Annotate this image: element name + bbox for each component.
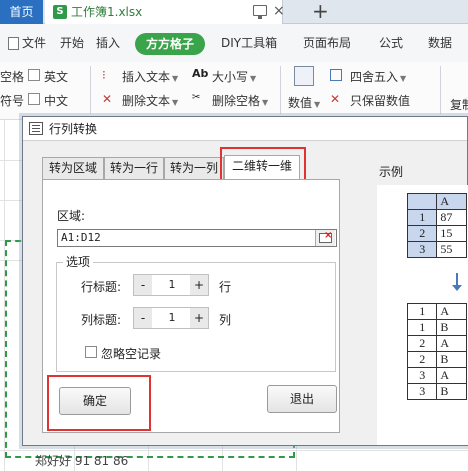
ribbon-symbol[interactable]: 符号 [0,92,24,109]
exit-button[interactable]: 退出 [267,385,337,413]
row-increment-button[interactable]: + [190,275,208,295]
dialog-title: 行列转换 [49,122,98,136]
close-tab-icon[interactable]: × [273,3,285,19]
round-icon [330,69,342,81]
number-button[interactable]: 数值 ▼ [288,94,320,111]
ribbon: 空格 符号 英文 中文 ⁝ 插入文本 ▼ ✕ 删除文本 ▼ Ab 大小写 ▼ ✂ 删除… [0,62,468,120]
col-title-value[interactable]: 1 [154,308,190,328]
home-tab[interactable]: 首页 [0,0,43,24]
example-cell: 1 [406,303,438,320]
example-cell: B [436,351,467,368]
menu-home[interactable]: 开始 [60,24,84,62]
example-cell: A [436,303,467,320]
example-cell: B [436,383,467,400]
row-title-stepper[interactable]: - 1 + [133,274,209,296]
example-row-head: 1 [406,209,438,226]
range-select-icon [319,230,332,243]
document-icon [8,37,19,50]
english-label: 英文 [44,70,69,84]
case-button[interactable]: 大小写 ▼ [212,68,256,85]
range-label: 区域: [57,209,86,223]
row-unit-label: 行 [219,280,232,294]
chinese-label: 中文 [44,94,69,108]
example-header: A [436,193,467,210]
delete-text-icon: ✕ [102,92,113,106]
insert-text-button[interactable]: 插入文本 ▼ [122,68,178,85]
delete-text-button[interactable]: 删除文本 ▼ [122,92,178,109]
options-label: 选项 [63,253,94,270]
delete-space-icon: ✂ [192,92,201,103]
tab-to-row[interactable]: 转为一行 [104,157,164,179]
example-cell: A [436,335,467,352]
example-result-table: 1A 1B 2A 2B 3A 3B [406,303,467,400]
example-cell: 1 [406,319,438,336]
example-cell: 3 [406,367,438,384]
menu-insert[interactable]: 插入 [96,24,120,62]
row-column-convert-dialog: 行列转换 转为区域 转为一行 转为一列 二维转一维 区域: A1:D12 选项 … [22,116,468,446]
example-row-head: 2 [406,225,438,242]
spreadsheet-icon: S [53,5,67,19]
ok-highlight-box [47,375,151,431]
workbook-tab[interactable]: S 工作簿1.xlsx × [45,0,285,24]
table-icon [29,122,43,135]
ignore-empty-checkbox[interactable] [85,346,97,358]
copy-button[interactable]: 复制 [450,96,468,113]
menu-file[interactable]: 文件 [22,24,46,62]
example-cell: 87 [436,209,467,226]
example-source-table: A 1 87 2 15 3 55 [406,193,467,258]
round-button[interactable]: 四舍五入 ▼ [350,68,406,85]
example-cell: A [436,367,467,384]
number-icon [294,66,314,86]
menu-fangfang[interactable]: 方方格子 [135,33,205,55]
example-row-head: 3 [406,241,438,258]
row-title-value[interactable]: 1 [154,275,190,295]
menu-diy-toolbox[interactable]: DIY工具箱 [221,24,277,62]
new-tab-icon[interactable]: + [312,0,329,22]
range-input[interactable]: A1:D12 [57,229,337,247]
ribbon-space[interactable]: 空格 [0,68,24,85]
col-title-label: 列标题: [81,313,122,327]
col-title-stepper[interactable]: - 1 + [133,307,209,329]
ribbon-divider [90,66,91,114]
example-cell: 3 [406,383,438,400]
keep-value-icon: ✕ [330,92,341,106]
ignore-empty-label: 忽略空记录 [101,347,162,361]
insert-text-icon: ⁝ [102,68,106,82]
workbook-tab-label: 工作簿1.xlsx [71,5,143,19]
sheet-row-text: 郑好好 91 81 86 [35,454,129,468]
ribbon-divider [280,66,281,114]
chinese-checkbox[interactable] [28,93,40,105]
menu-page-layout[interactable]: 页面布局 [303,24,351,62]
arrow-down-icon [452,273,462,291]
monitor-icon[interactable] [253,5,267,19]
dialog-titlebar[interactable]: 行列转换 [23,117,467,141]
example-cell: 2 [406,335,438,352]
example-cell: B [436,319,467,336]
menu-formulas[interactable]: 公式 [379,24,403,62]
example-cell: 55 [436,241,467,258]
tab-to-range[interactable]: 转为区域 [42,157,104,179]
ribbon-divider [440,66,441,114]
col-unit-label: 列 [219,313,232,327]
col-increment-button[interactable]: + [190,308,208,328]
case-icon: Ab [192,67,209,80]
col-decrement-button[interactable]: - [134,308,152,328]
row-decrement-button[interactable]: - [134,275,152,295]
example-cell: 15 [436,225,467,242]
english-checkbox[interactable] [28,69,40,81]
delete-space-button[interactable]: 删除空格 ▼ [212,92,268,109]
keep-value-button[interactable]: 只保留数值 [350,92,410,109]
example-cell: 2 [406,351,438,368]
tab-to-column[interactable]: 转为一列 [164,157,224,179]
row-title-label: 行标题: [81,280,122,294]
menu-data[interactable]: 数据 [428,24,452,62]
example-label: 示例 [379,165,404,179]
